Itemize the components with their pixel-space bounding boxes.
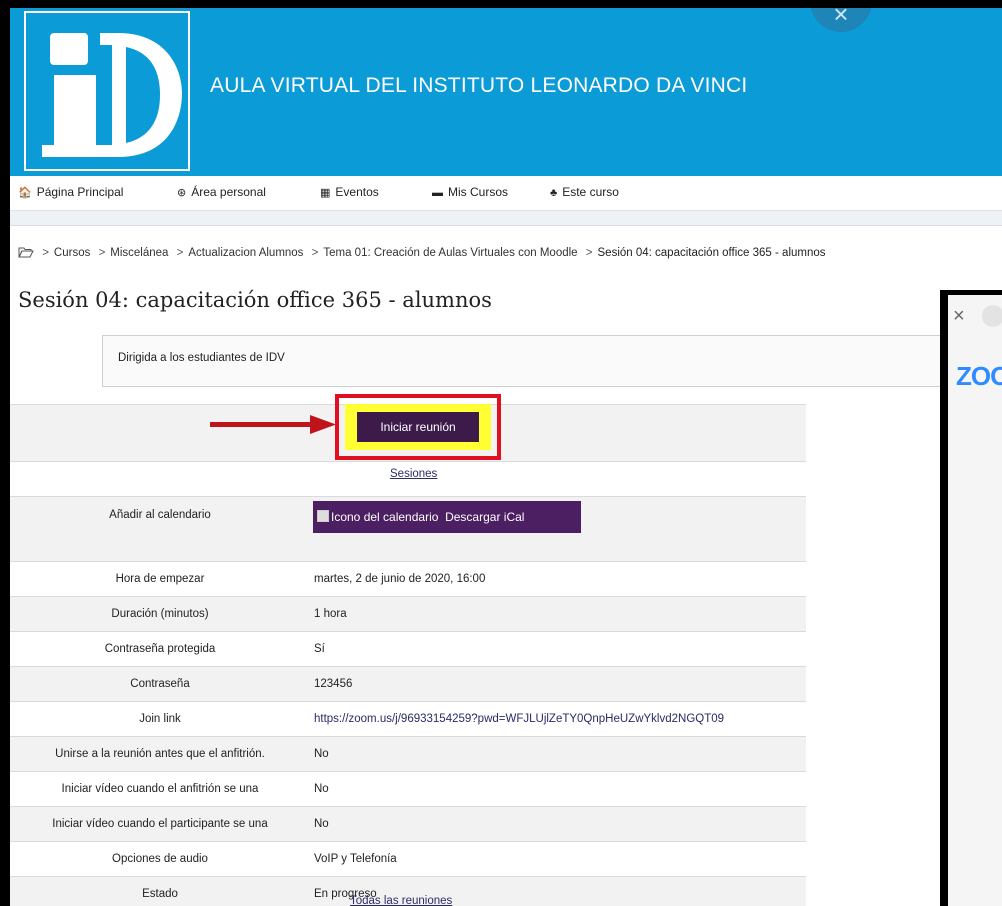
row-label: Unirse a la reunión antes que el anfitri… <box>10 736 310 772</box>
breadcrumb-separator: > <box>98 247 106 259</box>
table-row: Hora de empezar martes, 2 de junio de 202… <box>10 561 806 597</box>
zoom-popup-window[interactable]: × ZOO <box>940 290 1002 906</box>
close-icon[interactable]: × <box>953 305 965 328</box>
breadcrumb-link[interactable]: Tema 01: Creación de Aulas Virtuales con… <box>323 247 577 259</box>
breadcrumb: > Cursos > Miscelánea > Actualizacion Alumn… <box>18 246 826 259</box>
all-meetings-link[interactable]: Todas las reuniones <box>350 895 452 906</box>
row-label: Iniciar vídeo cuando el participante se … <box>10 806 310 842</box>
sessions-link[interactable]: Sesiones <box>390 468 437 480</box>
description-box: Dirigida a los estudiantes de IDV <box>102 335 962 387</box>
breadcrumb-separator: > <box>42 247 49 259</box>
table-row: Opciones de audio VoIP y Telefonía <box>10 841 806 877</box>
nav-item-home[interactable]: 🏠 Página Principal <box>18 185 123 199</box>
table-row: Contraseña 123456 <box>10 666 806 702</box>
nav-label: Área personal <box>191 185 266 199</box>
row-label: Contraseña protegida <box>10 631 310 667</box>
close-icon[interactable]: × <box>810 8 872 32</box>
row-label: Iniciar vídeo cuando el anfitrión se una <box>10 771 310 807</box>
description-text: Dirigida a los estudiantes de IDV <box>118 352 285 364</box>
site-title: AULA VIRTUAL DEL INSTITUTO LEONARDO DA V… <box>210 74 748 97</box>
highlight-fill: Iniciar reunión <box>345 404 491 450</box>
breadcrumb-separator: > <box>585 247 593 259</box>
row-value: martes, 2 de junio de 2020, 16:00 <box>310 561 806 597</box>
folder-open-icon[interactable] <box>18 246 34 258</box>
download-ical-button[interactable]: Icono del calendario Descargar iCal <box>313 501 581 533</box>
logo-graphic <box>42 33 182 157</box>
row-label: Join link <box>10 701 310 737</box>
page-title: Sesión 04: capacitación office 365 - alu… <box>18 288 492 312</box>
start-meeting-button[interactable]: Iniciar reunión <box>357 412 479 442</box>
breadcrumb-separator: > <box>176 247 184 259</box>
breadcrumb-link[interactable]: Miscelánea <box>110 247 168 259</box>
nav-item-dashboard[interactable]: ⊛ Área personal <box>177 185 266 199</box>
table-row: Unirse a la reunión antes que el anfitri… <box>10 736 806 772</box>
row-value: VoIP y Telefonía <box>310 841 806 877</box>
breadcrumb-link[interactable]: Actualizacion Alumnos <box>188 247 303 259</box>
lock-icon <box>982 305 1002 327</box>
highlight-annotation: Iniciar reunión <box>335 394 501 460</box>
table-row: Iniciar vídeo cuando el participante se … <box>10 806 806 842</box>
sitemap-icon: ♣ <box>550 187 558 199</box>
nav-label: Eventos <box>335 185 379 199</box>
browser-viewport: AULA VIRTUAL DEL INSTITUTO LEONARDO DA V… <box>0 0 1002 906</box>
nav-item-events[interactable]: ▦ Eventos <box>320 185 379 199</box>
nav-label: Mis Cursos <box>448 185 509 199</box>
row-label: Añadir al calendario <box>10 496 310 562</box>
ical-label: Descargar iCal <box>445 510 525 524</box>
broken-image-icon <box>317 510 329 522</box>
row-value: Sí <box>310 631 806 667</box>
nav-label: Página Principal <box>36 185 124 199</box>
table-row: Duración (minutos) 1 hora <box>10 596 806 632</box>
calendar-icon: ▦ <box>320 187 331 199</box>
nav-label: Este curso <box>562 185 619 199</box>
breadcrumb-link[interactable]: Cursos <box>54 247 90 259</box>
row-value: No <box>310 771 806 807</box>
row-label: Estado <box>10 876 310 906</box>
nav-item-my-courses[interactable]: ▬ Mis Cursos <box>432 185 508 199</box>
sub-bar <box>10 211 1002 226</box>
table-row: Iniciar vídeo cuando el anfitrión se una… <box>10 771 806 807</box>
table-row: Contraseña protegida Sí <box>10 631 806 667</box>
courses-icon: ▬ <box>432 187 443 199</box>
ical-alt-text: Icono del calendario <box>331 510 439 524</box>
row-label: Hora de empezar <box>10 561 310 597</box>
join-link[interactable]: https://zoom.us/j/96933154259?pwd=WFJLUj… <box>314 713 724 725</box>
row-label: Duración (minutos) <box>10 596 310 632</box>
site-logo[interactable] <box>24 11 190 171</box>
row-value: 123456 <box>310 666 806 702</box>
row-value: No <box>310 806 806 842</box>
table-row: Join link https://zoom.us/j/96933154259?p… <box>10 701 806 737</box>
breadcrumb-current: Sesión 04: capacitación office 365 - alu… <box>597 247 826 259</box>
row-label: Contraseña <box>10 666 310 702</box>
row-value: No <box>310 736 806 772</box>
zoom-logo: ZOO <box>956 361 1002 391</box>
row-value: 1 hora <box>310 596 806 632</box>
home-icon: 🏠 <box>18 187 32 199</box>
nav-item-this-course[interactable]: ♣ Este curso <box>550 185 619 199</box>
breadcrumb-separator: > <box>311 247 319 259</box>
dashboard-icon: ⊛ <box>177 187 187 199</box>
nav-bar: 🏠 Página Principal ⊛ Área personal ▦ Evento… <box>10 176 1002 211</box>
red-arrow-annotation <box>210 415 336 434</box>
site-header: AULA VIRTUAL DEL INSTITUTO LEONARDO DA V… <box>10 8 1002 176</box>
row-label: Opciones de audio <box>10 841 310 877</box>
